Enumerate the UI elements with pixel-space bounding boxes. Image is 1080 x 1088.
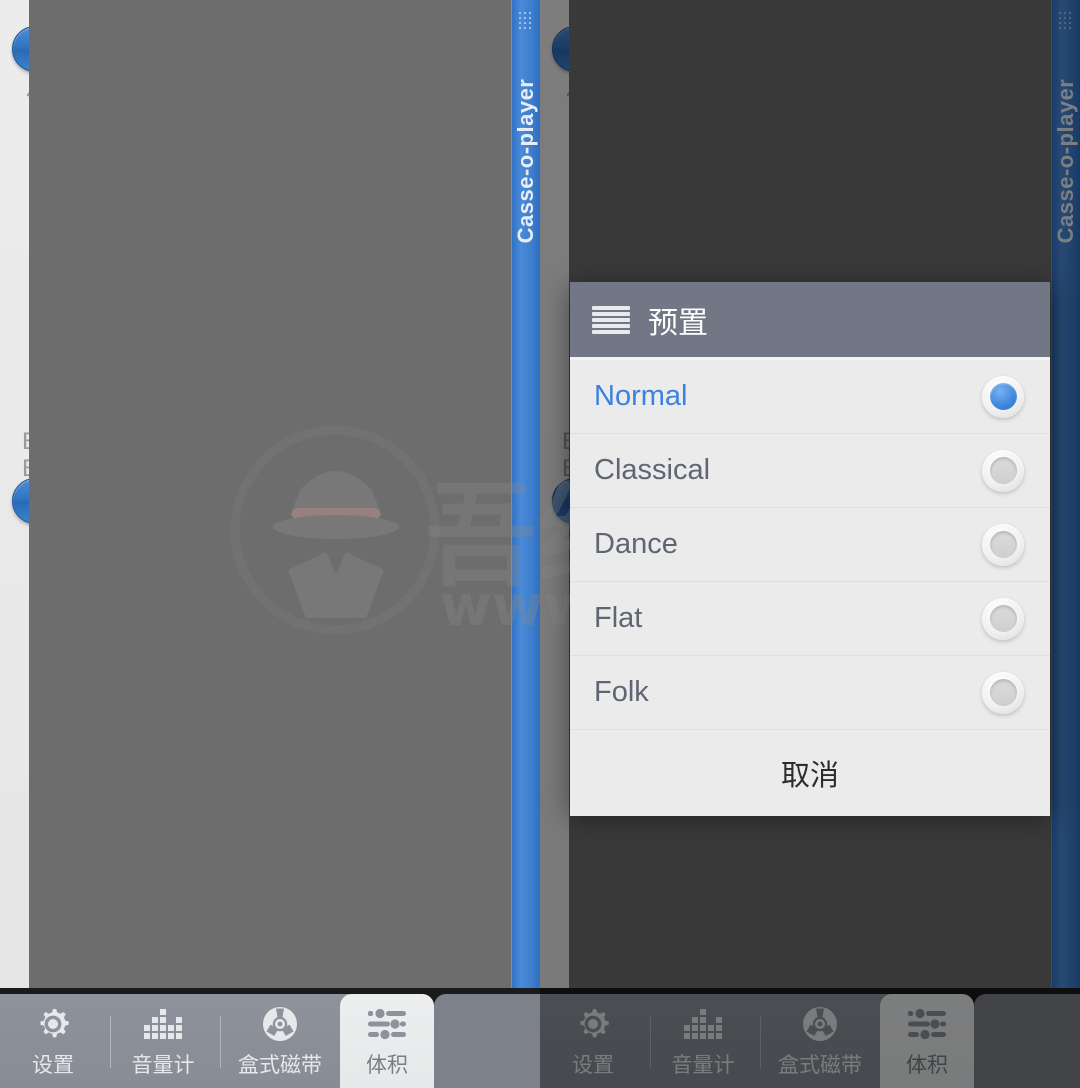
side-rail-right[interactable]: Casse-o-player — [1051, 0, 1080, 988]
tabbar-inner-left: 设置 音量计 盒式磁带 体积 — [0, 994, 434, 1088]
tab-volume-label-right: 体积 — [906, 1054, 948, 1077]
tab-volume-label: 体积 — [366, 1054, 408, 1077]
radio-button-flat[interactable] — [982, 597, 1024, 640]
radio-button-dance[interactable] — [982, 523, 1024, 566]
tab-vu-meter-label-right: 音量计 — [671, 1054, 735, 1077]
rail-title-left: Casse-o-player — [513, 78, 538, 244]
dialog-option-label: Normal — [594, 380, 688, 412]
equalizer-sliders-icon — [364, 1003, 410, 1045]
drag-grip-icon — [519, 12, 533, 30]
dialog-option-label: Folk — [594, 676, 649, 708]
hamburger-icon — [592, 305, 630, 334]
radio-button-normal[interactable] — [982, 375, 1024, 418]
dialog-option-dance[interactable]: Dance — [570, 508, 1050, 582]
dialog-title: 预置 — [648, 306, 708, 340]
dialog-header: 预置 — [570, 282, 1050, 360]
screen-root: ON 使能 ON +3dB 地铁 模式 ON Bass Boost ON EQ … — [0, 0, 1080, 1088]
preset-dialog: 预置 Normal Classical Dance Flat Folk 取消 — [570, 282, 1050, 816]
tabbar-right: 设置 音量计 盒式磁带 体积 — [540, 988, 1080, 1088]
dialog-option-normal[interactable]: Normal — [570, 360, 1050, 434]
gear-icon-right — [570, 1003, 616, 1045]
tab-cassette-right[interactable]: 盒式磁带 — [760, 994, 880, 1088]
dialog-option-list: Normal Classical Dance Flat Folk 取消 — [570, 360, 1050, 816]
vu-meter-icon — [140, 1003, 186, 1045]
panel-left: ON 使能 ON +3dB 地铁 模式 ON Bass Boost ON EQ … — [0, 0, 540, 1088]
tabbar-filler-right — [974, 994, 1080, 1088]
tab-cassette[interactable]: 盒式磁带 — [220, 994, 340, 1088]
tab-volume-right[interactable]: 体积 — [880, 994, 974, 1088]
dialog-option-label: Classical — [594, 454, 711, 486]
tab-vu-meter-right[interactable]: 音量计 — [650, 994, 756, 1088]
tab-settings-right[interactable]: 设置 — [540, 994, 646, 1088]
dialog-option-classical[interactable]: Classical — [570, 434, 1050, 508]
radio-button-folk[interactable] — [982, 671, 1024, 714]
radio-button-classical[interactable] — [982, 449, 1024, 492]
tab-settings-label-right: 设置 — [572, 1054, 614, 1077]
tab-settings[interactable]: 设置 — [0, 994, 106, 1088]
cassette-reel-icon-right — [797, 1003, 843, 1045]
tabbar-inner-right: 设置 音量计 盒式磁带 体积 — [540, 994, 974, 1088]
tab-vu-meter-label: 音量计 — [131, 1054, 195, 1077]
rail-backdrop-left — [29, 0, 540, 988]
vu-meter-icon-right — [680, 1003, 726, 1045]
tabbar-left: 设置 音量计 盒式磁带 体积 — [0, 988, 540, 1088]
dialog-cancel-button[interactable]: 取消 — [570, 730, 1050, 816]
rail-title-right: Casse-o-player — [1053, 78, 1078, 244]
gear-icon — [30, 1003, 76, 1045]
equalizer-sliders-icon-right — [904, 1003, 950, 1045]
tab-cassette-label: 盒式磁带 — [238, 1054, 322, 1077]
side-rail-left[interactable]: Casse-o-player — [511, 0, 540, 988]
drag-grip-icon-right — [1059, 12, 1073, 30]
dialog-option-label: Dance — [594, 528, 678, 560]
tabbar-filler-left — [434, 994, 540, 1088]
cassette-reel-icon — [257, 1003, 303, 1045]
tab-volume[interactable]: 体积 — [340, 994, 434, 1088]
dialog-option-label: Flat — [594, 602, 643, 634]
tab-settings-label: 设置 — [32, 1054, 74, 1077]
dialog-option-folk[interactable]: Folk — [570, 656, 1050, 730]
tab-vu-meter[interactable]: 音量计 — [110, 994, 216, 1088]
tab-cassette-label-right: 盒式磁带 — [778, 1054, 862, 1077]
dialog-option-flat[interactable]: Flat — [570, 582, 1050, 656]
